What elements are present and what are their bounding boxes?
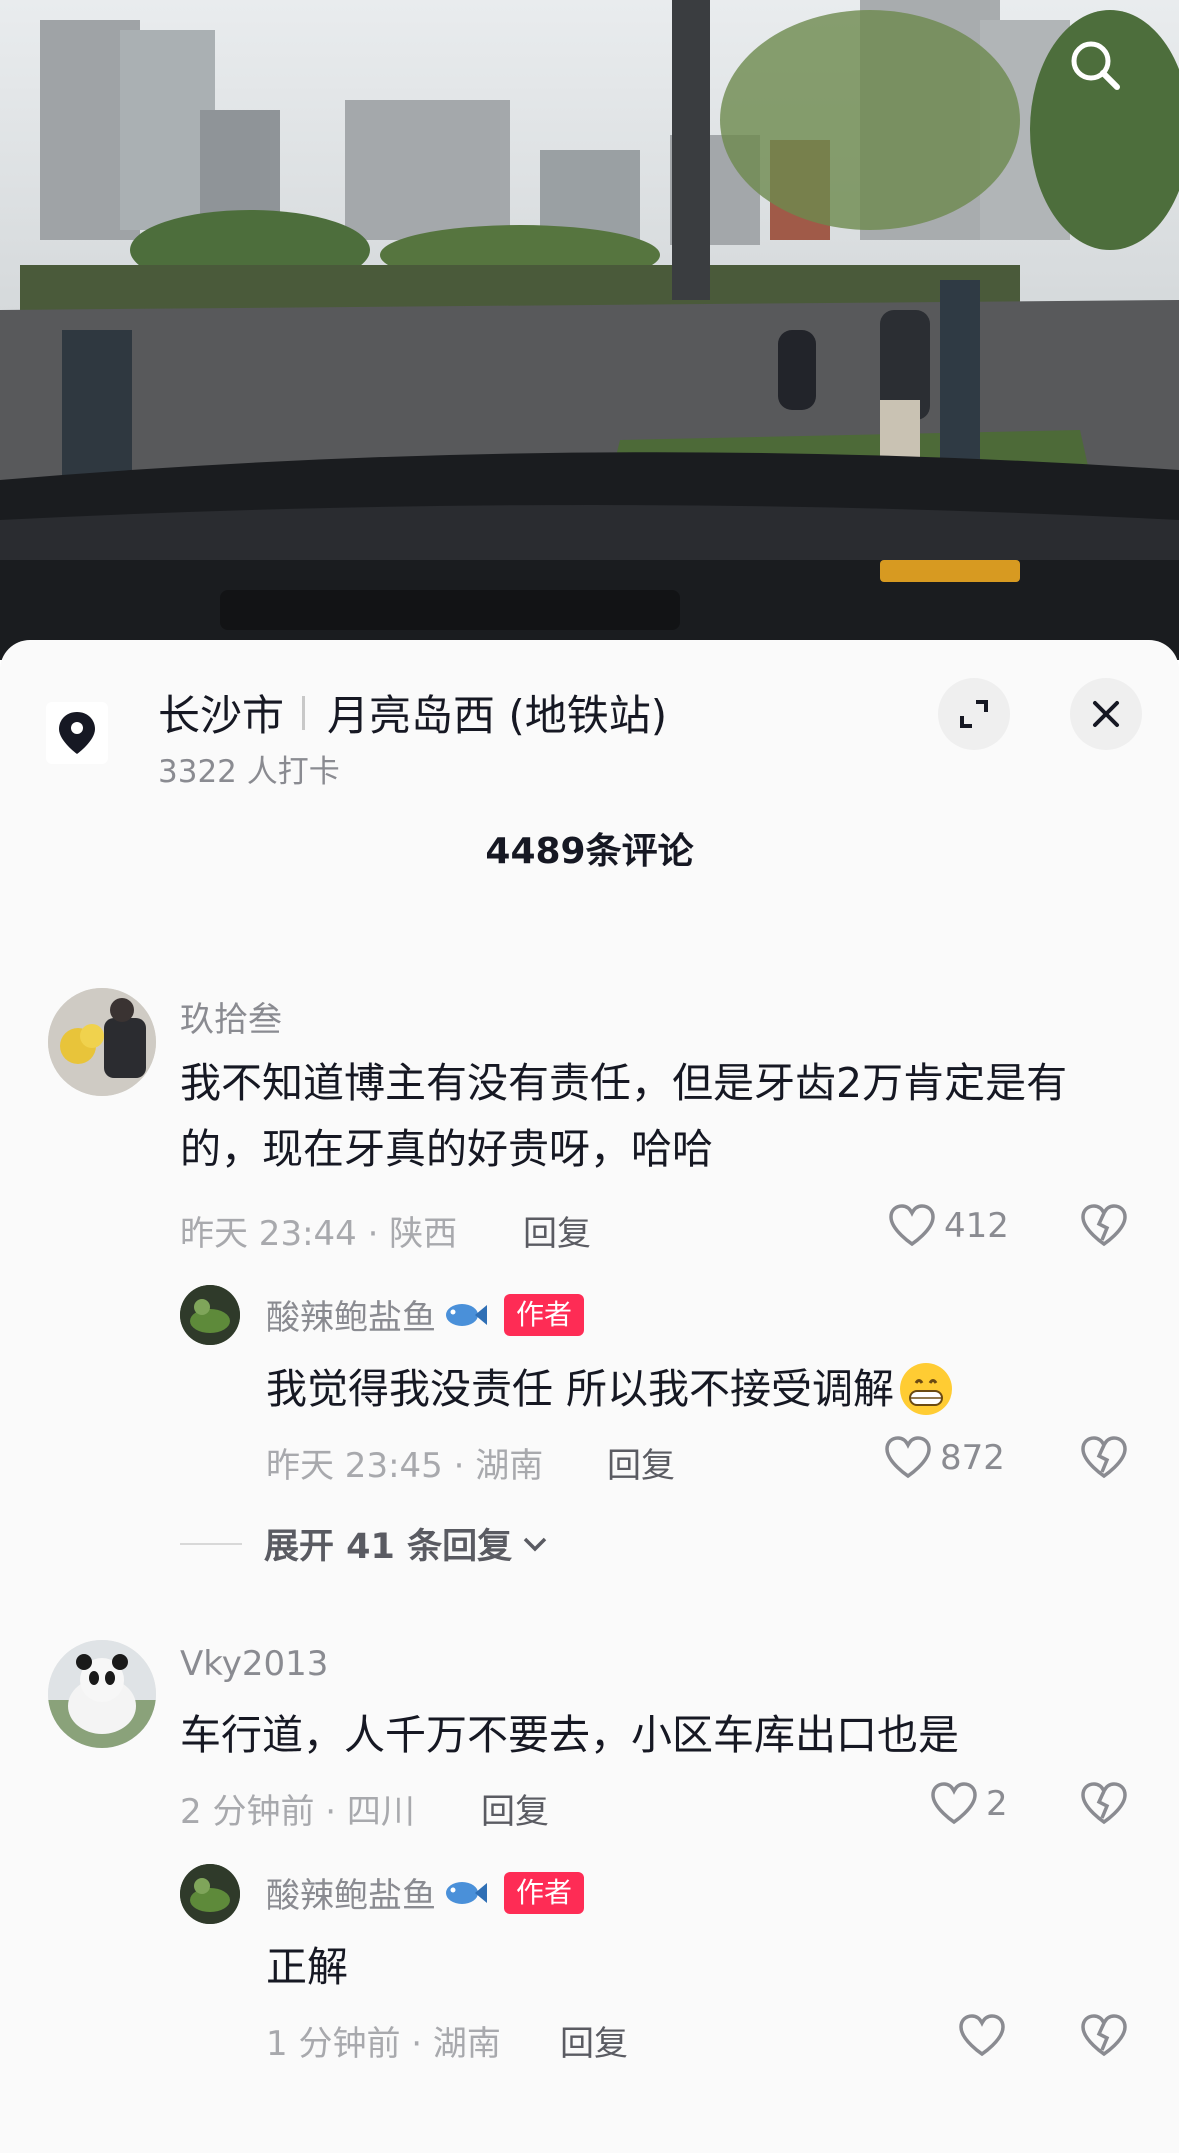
comments-count: 4489条评论 (485, 831, 694, 872)
reply-button[interactable]: 回复 (523, 1206, 591, 1255)
author-badge: 作者 (504, 1871, 585, 1914)
divider (180, 1542, 242, 1545)
avatar-image (48, 1640, 156, 1748)
heart-icon (959, 2014, 1005, 2057)
avatar-image (180, 1285, 240, 1345)
comment-text: 我不知道博主有没有责任，但是牙齿2万肯定是有的，现在牙真的好贵呀，哈哈 (180, 1059, 1068, 1173)
avatar-image (180, 1864, 240, 1924)
like-button[interactable]: 2 (930, 1782, 1008, 1826)
heart-icon (889, 1204, 935, 1247)
comment-meta: 昨天 23:44 · 陕西 (180, 1214, 458, 1254)
like-count: 412 (944, 1206, 1009, 1246)
avatar[interactable] (48, 988, 156, 1096)
comment-username[interactable]: 玖拾叁 (180, 992, 282, 1041)
dislike-button[interactable] (1080, 1782, 1128, 1830)
dislike-button[interactable] (1080, 2014, 1128, 2062)
fish-emoji (446, 1881, 487, 1904)
reply-text: 我觉得我没责任 所以我不接受调解 (266, 1365, 895, 1413)
avatar[interactable] (180, 1285, 240, 1345)
comment-username[interactable]: Vky2013 (180, 1644, 328, 1684)
reply-text-row: 我觉得我没责任 所以我不接受调解 (266, 1356, 1146, 1422)
reply-username[interactable]: 酸辣鲍盐鱼 (266, 1868, 436, 1917)
broken-heart-icon (1081, 1204, 1127, 1247)
expand-button[interactable] (938, 678, 1010, 750)
reply-button[interactable]: 回复 (560, 2016, 628, 2065)
fish-emoji (446, 1303, 487, 1326)
reply-meta: 昨天 23:45 · 湖南 (266, 1446, 544, 1486)
comment-text: 车行道，人千万不要去，小区车库出口也是 (180, 1711, 959, 1759)
grin-emoji (900, 1363, 953, 1415)
dislike-button[interactable] (1080, 1436, 1128, 1484)
location-pin[interactable] (46, 702, 108, 764)
video-player[interactable] (0, 0, 1179, 660)
heart-icon (885, 1436, 931, 1479)
avatar[interactable] (180, 1864, 240, 1924)
like-button[interactable] (958, 2014, 1014, 2058)
broken-heart-icon (1081, 2014, 1127, 2057)
close-button[interactable] (1070, 678, 1142, 750)
location-city: 长沙市 (158, 691, 285, 740)
reply-button[interactable]: 回复 (481, 1784, 549, 1833)
reply-username-row: 酸辣鲍盐鱼 作者 (266, 1290, 585, 1339)
broken-heart-icon (1081, 1436, 1127, 1479)
reply-text: 正解 (266, 1943, 348, 1991)
like-button[interactable]: 412 (888, 1204, 1009, 1248)
reply-button[interactable]: 回复 (607, 1438, 675, 1487)
chevron-down-icon (523, 1537, 547, 1551)
expand-icon (960, 700, 988, 728)
location-checkins: 3322 人打卡 (158, 754, 340, 790)
expand-replies-button[interactable]: 展开 41 条回复 (180, 1518, 550, 1569)
search-icon (1071, 41, 1120, 90)
dashcam-video-frame (0, 0, 1179, 660)
broken-heart-icon (1081, 1782, 1127, 1825)
expand-replies-label: 展开 41 条回复 (264, 1527, 513, 1567)
map-pin-icon (59, 712, 95, 754)
reply-username-row: 酸辣鲍盐鱼 作者 (266, 1868, 585, 1917)
location-title[interactable]: 长沙市 月亮岛西 (地铁站) (158, 682, 667, 743)
like-button[interactable]: 872 (884, 1436, 1005, 1480)
dislike-button[interactable] (1080, 1204, 1128, 1252)
like-count: 872 (940, 1438, 1005, 1478)
heart-icon (931, 1782, 977, 1825)
avatar[interactable] (48, 1640, 156, 1748)
reply-username[interactable]: 酸辣鲍盐鱼 (266, 1290, 436, 1339)
like-count: 2 (986, 1784, 1008, 1824)
location-divider (302, 695, 306, 730)
avatar-image (48, 988, 156, 1096)
reply-meta: 1 分钟前 · 湖南 (266, 2024, 501, 2064)
location-place: 月亮岛西 (地铁站) (327, 691, 668, 740)
search-button[interactable] (1060, 30, 1130, 100)
comment-meta: 2 分钟前 · 四川 (180, 1792, 415, 1832)
close-icon (1093, 701, 1119, 727)
author-badge: 作者 (504, 1293, 585, 1336)
